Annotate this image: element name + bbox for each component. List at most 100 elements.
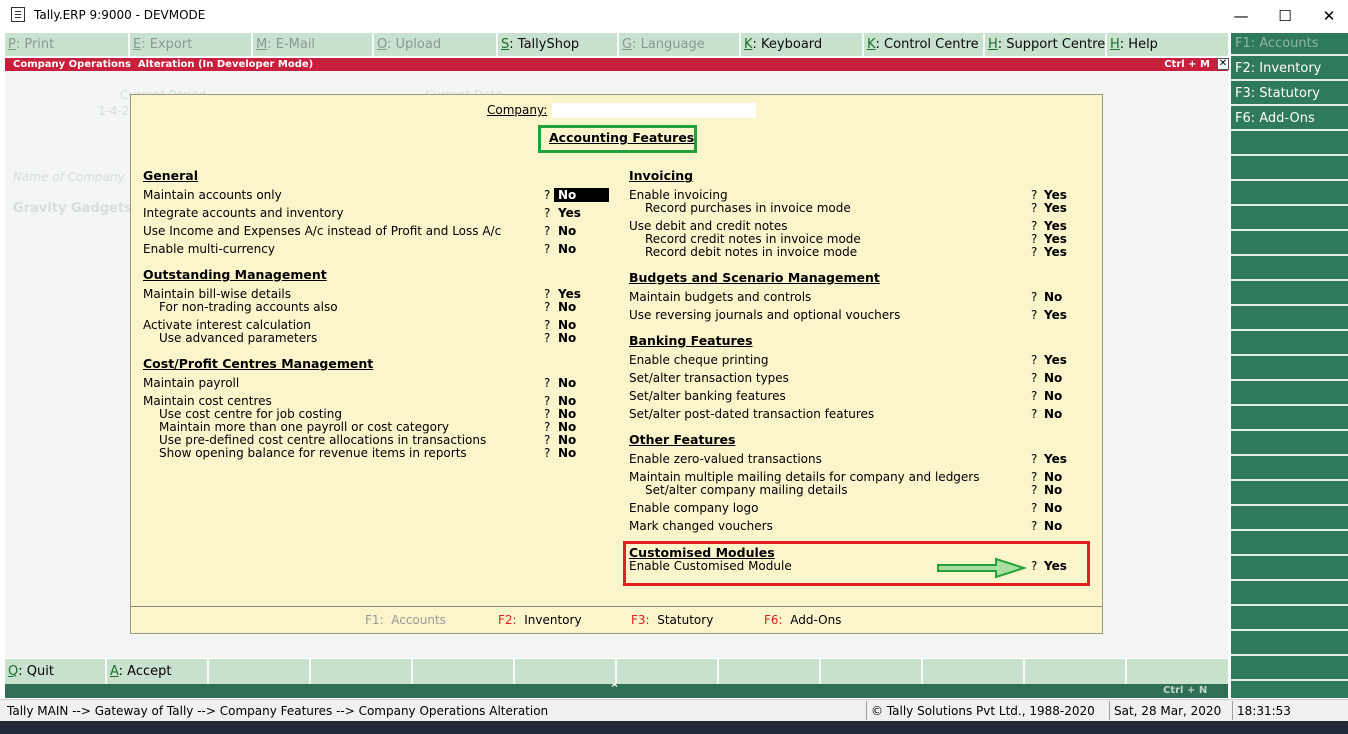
- banking-features-heading: Banking Features: [629, 333, 753, 348]
- copyright-text: © Tally Solutions Pvt Ltd., 1988-2020: [871, 704, 1095, 718]
- help-button[interactable]: H: Help: [1107, 33, 1228, 56]
- budgets-heading: Budgets and Scenario Management: [629, 270, 880, 285]
- feature-label: Maintain multiple mailing details for co…: [629, 470, 980, 484]
- print-button[interactable]: P: Print: [5, 33, 130, 56]
- footer-statutory-key[interactable]: F3: Statutory: [631, 613, 713, 627]
- accept-button[interactable]: A: Accept: [107, 659, 209, 684]
- company-field[interactable]: [552, 103, 756, 118]
- footer-accounts-key[interactable]: F1: Accounts: [365, 613, 446, 627]
- feature-value[interactable]: No: [558, 242, 576, 256]
- question-mark: ?: [1031, 308, 1038, 322]
- green-arrow-icon: [937, 557, 1028, 579]
- feature-label: Maintain payroll: [143, 376, 240, 390]
- right-f3-statutory-button[interactable]: F3: Statutory: [1231, 83, 1348, 106]
- feature-label: Enable zero-valued transactions: [629, 452, 822, 466]
- feature-value[interactable]: Yes: [1044, 219, 1067, 233]
- feature-label: Use advanced parameters: [159, 331, 318, 345]
- question-mark: ?: [1031, 290, 1038, 304]
- panel-footer-divider: [131, 606, 1102, 607]
- feature-value[interactable]: No: [1044, 371, 1062, 385]
- feature-value[interactable]: No: [558, 318, 576, 332]
- quit-button[interactable]: Q: Quit: [5, 659, 107, 684]
- right-empty-slot: [1231, 583, 1348, 606]
- empty-button-slot: [821, 659, 923, 684]
- feature-value[interactable]: Yes: [558, 287, 581, 301]
- feature-value[interactable]: No: [1044, 501, 1062, 515]
- right-empty-slot: [1231, 258, 1348, 281]
- footer-addons-key[interactable]: F6: Add-Ons: [764, 613, 841, 627]
- right-empty-slot: [1231, 558, 1348, 581]
- right-empty-slot: [1231, 383, 1348, 406]
- feature-value[interactable]: No: [558, 446, 576, 460]
- question-mark: ?: [1031, 519, 1038, 533]
- feature-value[interactable]: Yes: [1044, 232, 1067, 246]
- feature-value[interactable]: No: [558, 420, 576, 434]
- feature-label: Maintain accounts only: [143, 188, 282, 202]
- status-time: 18:31:53: [1237, 704, 1291, 718]
- bottom-scroll-strip: ⌃ Ctrl + N: [5, 682, 1228, 698]
- outstanding-management-heading: Outstanding Management: [143, 267, 327, 282]
- right-empty-slot: [1231, 483, 1348, 506]
- feature-value[interactable]: Yes: [1044, 188, 1067, 202]
- close-window-button[interactable]: ✕: [1306, 0, 1348, 31]
- footer-inventory-key[interactable]: F2: Inventory: [498, 613, 582, 627]
- minimize-button[interactable]: —: [1218, 0, 1264, 31]
- right-empty-slot: [1231, 508, 1348, 531]
- feature-value[interactable]: No: [1044, 389, 1062, 403]
- feature-value[interactable]: No: [1044, 519, 1062, 533]
- feature-value[interactable]: No: [558, 300, 576, 314]
- question-mark: ?: [544, 242, 551, 256]
- question-mark: ?: [544, 394, 551, 408]
- right-f1-accounts-button[interactable]: F1: Accounts: [1231, 33, 1348, 56]
- question-mark: ?: [1031, 470, 1038, 484]
- feature-value[interactable]: No: [1044, 470, 1062, 484]
- support-centre-button[interactable]: H: Support Centre: [985, 33, 1107, 56]
- question-mark: ?: [544, 331, 551, 345]
- close-screen-icon[interactable]: ✕: [1217, 58, 1229, 70]
- control-centre-button[interactable]: K: Control Centre: [864, 33, 985, 56]
- cost-profit-centres-heading: Cost/Profit Centres Management: [143, 356, 374, 371]
- upload-button[interactable]: O: Upload: [374, 33, 498, 56]
- scroll-up-icon[interactable]: ⌃: [609, 682, 620, 697]
- breadcrumb: Tally MAIN --> Gateway of Tally --> Comp…: [7, 704, 549, 718]
- tallyshop-button[interactable]: S: TallyShop: [498, 33, 619, 56]
- language-button[interactable]: G: Language: [619, 33, 741, 56]
- empty-button-slot: [719, 659, 821, 684]
- right-empty-slot: [1231, 433, 1348, 456]
- right-f6-addons-button[interactable]: F6: Add-Ons: [1231, 108, 1348, 131]
- feature-value[interactable]: No: [558, 376, 576, 390]
- feature-value[interactable]: No: [558, 331, 576, 345]
- feature-value[interactable]: No: [558, 433, 576, 447]
- feature-value[interactable]: No: [1044, 483, 1062, 497]
- question-mark: ?: [1031, 559, 1038, 573]
- feature-label: Enable cheque printing: [629, 353, 769, 367]
- feature-value[interactable]: Yes: [1044, 452, 1067, 466]
- feature-value[interactable]: Yes: [1044, 308, 1067, 322]
- export-button[interactable]: E: Export: [130, 33, 253, 56]
- right-empty-slot: [1231, 183, 1348, 206]
- feature-label: Maintain budgets and controls: [629, 290, 812, 304]
- feature-value[interactable]: No: [558, 407, 576, 421]
- page-title: Accounting Features: [549, 130, 695, 145]
- feature-value[interactable]: No: [1044, 407, 1062, 421]
- feature-value[interactable]: Yes: [1044, 201, 1067, 215]
- right-f2-inventory-button[interactable]: F2: Inventory: [1231, 58, 1348, 81]
- tally-app-icon: [11, 7, 25, 22]
- feature-value[interactable]: No: [558, 224, 576, 238]
- invoicing-heading: Invoicing: [629, 168, 694, 183]
- feature-value[interactable]: No: [558, 394, 576, 408]
- feature-label: Record debit notes in invoice mode: [645, 245, 858, 259]
- email-button[interactable]: M: E-Mail: [253, 33, 374, 56]
- feature-label: Set/alter post-dated transaction feature…: [629, 407, 875, 421]
- maintain-accounts-only-field[interactable]: No: [554, 188, 609, 202]
- feature-value[interactable]: No: [1044, 290, 1062, 304]
- feature-value[interactable]: Yes: [1044, 353, 1067, 367]
- feature-label: Show opening balance for revenue items i…: [159, 446, 467, 460]
- question-mark: ?: [544, 206, 551, 220]
- feature-label: Set/alter transaction types: [629, 371, 789, 385]
- feature-value[interactable]: Yes: [1044, 245, 1067, 259]
- maximize-button[interactable]: ☐: [1262, 0, 1308, 31]
- feature-value[interactable]: Yes: [558, 206, 581, 220]
- keyboard-button[interactable]: K: Keyboard: [741, 33, 864, 56]
- enable-customised-module-value[interactable]: Yes: [1044, 559, 1067, 573]
